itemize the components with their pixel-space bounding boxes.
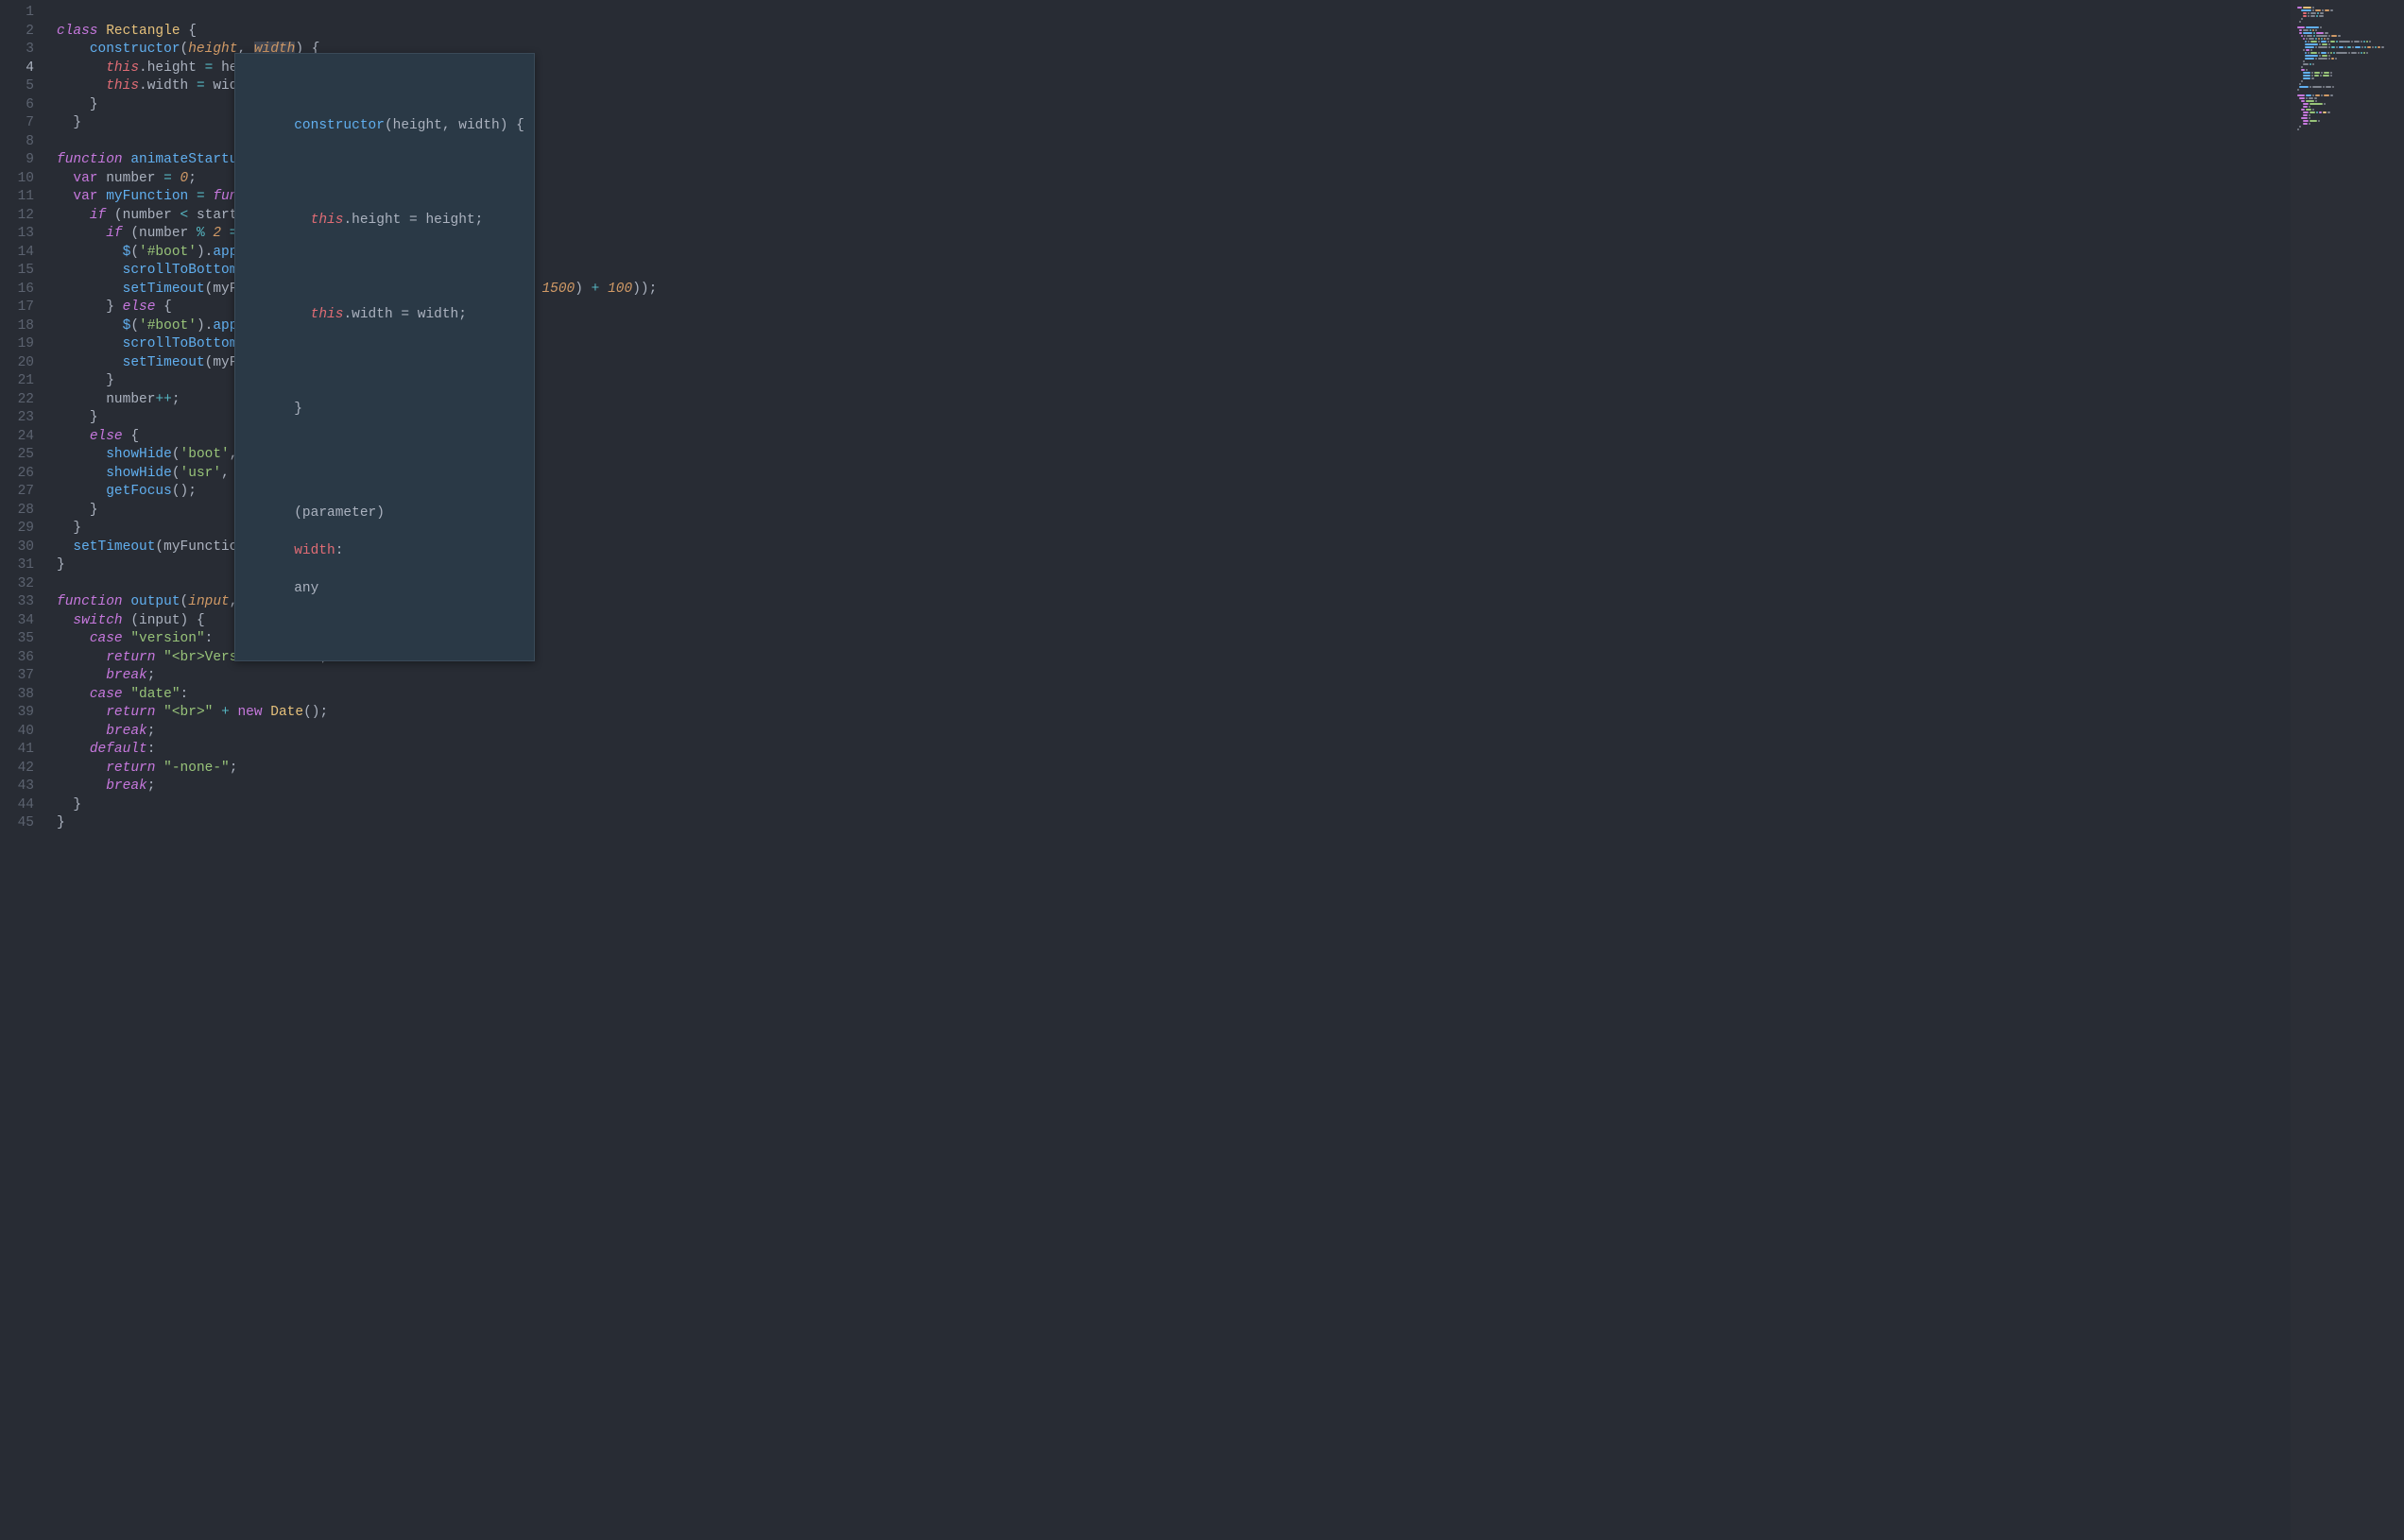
hover-type-colon: : bbox=[335, 543, 344, 558]
line-number: 36 bbox=[0, 649, 34, 668]
line-number: 1 bbox=[0, 4, 34, 23]
hover-type-type: any bbox=[294, 581, 318, 596]
line-number: 40 bbox=[0, 723, 34, 742]
hover-line3-this: this bbox=[311, 307, 344, 322]
line-number: 42 bbox=[0, 760, 34, 779]
line-number: 24 bbox=[0, 428, 34, 447]
line-number: 2 bbox=[0, 23, 34, 42]
line-number: 37 bbox=[0, 667, 34, 686]
line-number: 29 bbox=[0, 520, 34, 539]
line-number: 3 bbox=[0, 41, 34, 60]
line-number: 12 bbox=[0, 207, 34, 226]
line-number: 15 bbox=[0, 262, 34, 281]
line-number: 9 bbox=[0, 151, 34, 170]
line-number: 28 bbox=[0, 502, 34, 521]
line-number: 33 bbox=[0, 593, 34, 612]
line-number: 44 bbox=[0, 796, 34, 815]
line-number: 4 bbox=[0, 60, 34, 78]
code-editor[interactable]: 1234567891011121314151617181920212223242… bbox=[0, 0, 2404, 1540]
line-number: 35 bbox=[0, 630, 34, 649]
line-number: 14 bbox=[0, 244, 34, 263]
line-number: 18 bbox=[0, 317, 34, 336]
hover-type-name: width bbox=[294, 543, 335, 558]
line-number: 22 bbox=[0, 391, 34, 410]
line-number: 31 bbox=[0, 556, 34, 575]
line-number: 16 bbox=[0, 281, 34, 299]
hover-type-label: (parameter) bbox=[294, 505, 385, 521]
line-number: 39 bbox=[0, 704, 34, 723]
code-line[interactable]: } bbox=[57, 796, 2291, 815]
line-number: 19 bbox=[0, 335, 34, 354]
code-line[interactable]: class Rectangle { bbox=[57, 23, 2291, 42]
hover-line1-text: constructor(height, width) { bbox=[294, 118, 524, 133]
line-number: 17 bbox=[0, 299, 34, 317]
line-number: 6 bbox=[0, 96, 34, 115]
line-number: 25 bbox=[0, 446, 34, 465]
line-number: 20 bbox=[0, 354, 34, 373]
line-number: 8 bbox=[0, 133, 34, 152]
code-line[interactable]: break; bbox=[57, 723, 2291, 742]
minimap-canvas bbox=[2296, 4, 2400, 131]
line-number: 45 bbox=[0, 814, 34, 833]
hover-line3-rest: .width = width; bbox=[343, 307, 467, 322]
hover-line2-this: this bbox=[311, 213, 344, 228]
code-line[interactable]: break; bbox=[57, 667, 2291, 686]
line-number: 32 bbox=[0, 575, 34, 594]
hover-line2-rest: .height = height; bbox=[343, 213, 483, 228]
line-number: 5 bbox=[0, 77, 34, 96]
hover-tooltip: constructor(height, width) { this.height… bbox=[234, 53, 535, 661]
code-line[interactable] bbox=[57, 4, 2291, 23]
line-number: 41 bbox=[0, 741, 34, 760]
line-number: 27 bbox=[0, 483, 34, 502]
code-line[interactable]: } bbox=[57, 814, 2291, 833]
line-number: 11 bbox=[0, 188, 34, 207]
code-line[interactable]: default: bbox=[57, 741, 2291, 760]
line-number: 13 bbox=[0, 225, 34, 244]
line-number: 43 bbox=[0, 778, 34, 796]
hover-sig-line1: constructor(height, width) { bbox=[294, 118, 524, 133]
code-line[interactable]: break; bbox=[57, 778, 2291, 796]
hover-line4: } bbox=[294, 402, 302, 417]
line-number: 34 bbox=[0, 612, 34, 631]
line-number: 21 bbox=[0, 372, 34, 391]
code-line[interactable]: return "-none-"; bbox=[57, 760, 2291, 779]
line-number: 38 bbox=[0, 686, 34, 705]
line-number: 26 bbox=[0, 465, 34, 484]
line-number: 23 bbox=[0, 409, 34, 428]
code-line[interactable]: return "<br>" + new Date(); bbox=[57, 704, 2291, 723]
line-number: 7 bbox=[0, 114, 34, 133]
minimap[interactable] bbox=[2291, 0, 2404, 1540]
line-number-gutter: 1234567891011121314151617181920212223242… bbox=[0, 0, 43, 1540]
line-number: 30 bbox=[0, 539, 34, 557]
line-number: 10 bbox=[0, 170, 34, 189]
code-line[interactable]: case "date": bbox=[57, 686, 2291, 705]
